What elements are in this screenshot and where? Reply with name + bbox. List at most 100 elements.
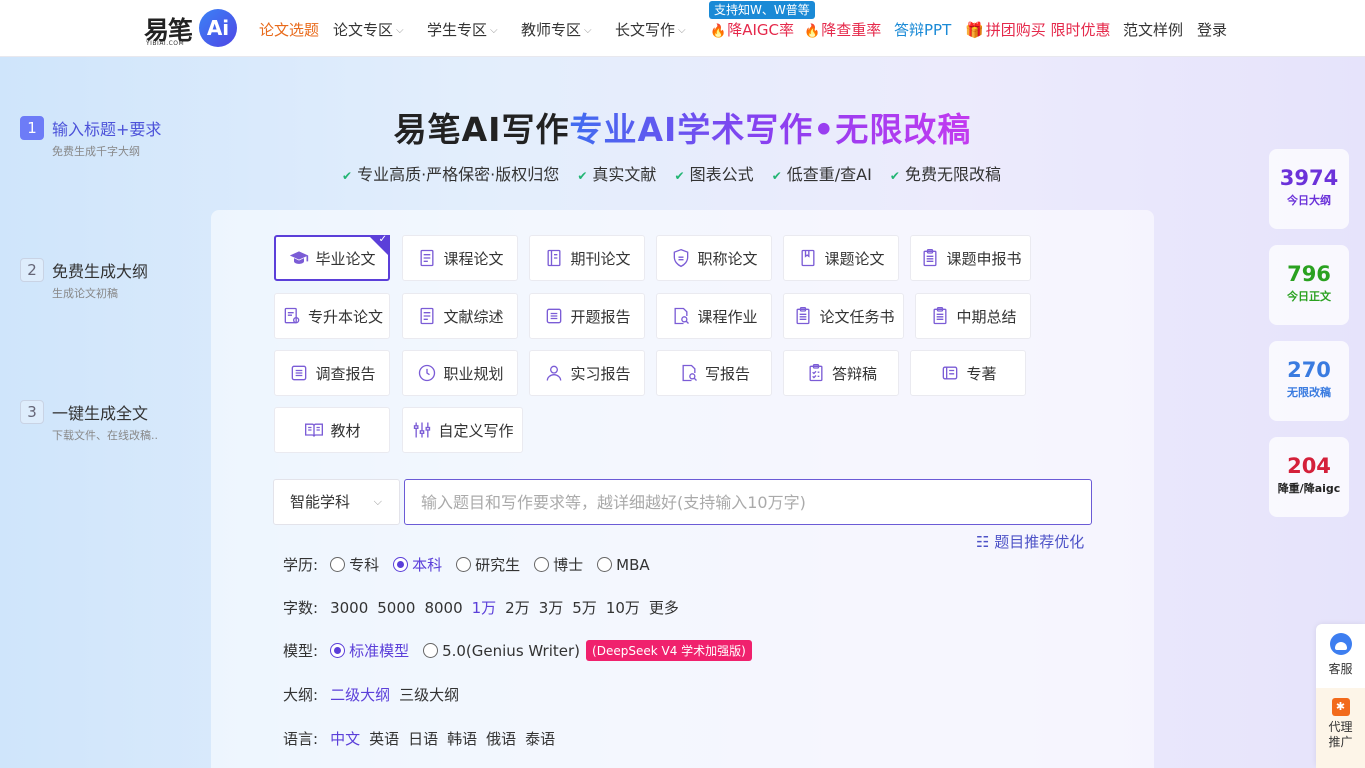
- clipboard-icon: [929, 305, 951, 327]
- type-zhuanshengben-lunwen[interactable]: 专升本论文: [274, 293, 390, 339]
- feature-item: ✔ 图表公式: [674, 165, 754, 184]
- wordcount-option[interactable]: 5000: [377, 599, 415, 617]
- type-qikan-lunwen[interactable]: 期刊论文: [529, 235, 645, 281]
- wordcount-option[interactable]: 3000: [330, 599, 368, 617]
- type-xie-baogao[interactable]: 写报告: [656, 350, 772, 396]
- step-number: 3: [20, 400, 44, 424]
- type-zidingyi-xiezuo[interactable]: 自定义写作: [402, 407, 523, 453]
- education-option-mba[interactable]: MBA: [597, 556, 650, 574]
- clipboard-icon: [919, 247, 941, 269]
- journal-icon: [543, 247, 565, 269]
- nav-jiang-chachong[interactable]: 🔥降查重率: [804, 19, 881, 40]
- nav-fanwen-yangli[interactable]: 范文样例: [1123, 19, 1183, 40]
- nav-group-buy[interactable]: 🎁 拼团购买 限时优惠: [965, 19, 1110, 40]
- nav-dabian-ppt[interactable]: 答辩PPT: [894, 19, 951, 40]
- topic-recommend-link[interactable]: ☷ 题目推荐优化: [976, 531, 1084, 552]
- nav-login[interactable]: 登录: [1197, 19, 1227, 40]
- type-keti-shenbaoshu[interactable]: 课题申报书: [910, 235, 1031, 281]
- type-dabian-gao[interactable]: 答辩稿: [783, 350, 899, 396]
- type-kaiti-baogao[interactable]: 开题报告: [529, 293, 645, 339]
- deepseek-badge: (DeepSeek V4 学术加强版): [586, 640, 752, 661]
- stat-number: 270: [1287, 358, 1331, 382]
- nav-lunwen-zhuanqu[interactable]: 论文专区 ⌵: [333, 19, 404, 40]
- check-icon: ✔: [889, 169, 900, 183]
- language-option[interactable]: 泰语: [525, 728, 555, 749]
- type-jiaocai[interactable]: 教材: [274, 407, 390, 453]
- model-option-standard[interactable]: 标准模型: [330, 640, 409, 661]
- report-icon: [288, 362, 310, 384]
- subject-select[interactable]: 智能学科 ⌵: [273, 479, 400, 525]
- cert-icon: [281, 305, 303, 327]
- type-zhiye-guihua[interactable]: 职业规划: [402, 350, 518, 396]
- search-doc-icon: [670, 305, 692, 327]
- education-option-boshi[interactable]: 博士: [534, 554, 583, 575]
- language-option[interactable]: 俄语: [486, 728, 516, 749]
- customer-service-button[interactable]: 客服: [1316, 624, 1365, 688]
- document-icon: [416, 247, 438, 269]
- language-option[interactable]: 英语: [369, 728, 399, 749]
- type-zhuanzhu[interactable]: 专著: [910, 350, 1026, 396]
- type-diaocha-baogao[interactable]: 调查报告: [274, 350, 390, 396]
- document-icon: [416, 305, 438, 327]
- chevron-down-icon: ⌵: [490, 25, 498, 36]
- feature-item: ✔ 专业高质·严格保密·版权归您: [342, 165, 560, 184]
- model-row: 模型: 标准模型 5.0(Genius Writer) (DeepSeek V4…: [283, 640, 752, 661]
- outline-option[interactable]: 三级大纲: [399, 684, 459, 705]
- flame-icon: 🔥: [710, 24, 727, 39]
- type-shixi-baogao[interactable]: 实习报告: [529, 350, 645, 396]
- model-option-genius[interactable]: 5.0(Genius Writer): [423, 642, 580, 660]
- radio-circle: [393, 557, 409, 572]
- logo-subtext: YIBIAI.COM: [146, 40, 185, 47]
- language-option[interactable]: 韩语: [447, 728, 477, 749]
- type-keti-lunwen[interactable]: 课题论文: [783, 235, 899, 281]
- search-doc-icon: [678, 362, 700, 384]
- type-zhongqi-zongjie[interactable]: 中期总结: [915, 293, 1031, 339]
- radio-circle: [534, 557, 550, 572]
- support-badge: 支持知W、W普等: [709, 1, 815, 19]
- feature-item: ✔ 真实文献: [577, 165, 657, 184]
- wordcount-label: 字数:: [283, 599, 319, 617]
- chevron-down-icon: ⌵: [584, 25, 592, 36]
- education-option-yanjiusheng[interactable]: 研究生: [456, 554, 520, 575]
- type-biye-lunwen[interactable]: 毕业论文 ✓: [274, 234, 390, 281]
- agent-promotion-button[interactable]: ✱ 代理 推广: [1316, 688, 1365, 768]
- nav-jiaoshi-zhuanqu[interactable]: 教师专区 ⌵: [521, 19, 592, 40]
- education-option-benke[interactable]: 本科: [393, 554, 442, 575]
- wordcount-option[interactable]: 更多: [649, 597, 679, 618]
- stat-reduce-aigc: 204 降重/降aigc: [1269, 437, 1349, 517]
- topic-input[interactable]: [404, 479, 1092, 525]
- language-option-selected[interactable]: 中文: [330, 728, 360, 749]
- nav-jiang-aigc[interactable]: 🔥降AIGC率: [710, 19, 794, 40]
- wordcount-option[interactable]: 5万: [572, 597, 597, 618]
- stat-today-body: 796 今日正文: [1269, 245, 1349, 325]
- wordcount-option[interactable]: 8000: [424, 599, 462, 617]
- type-wenxian-zongshu[interactable]: 文献综述: [402, 293, 518, 339]
- nav-changwen-xiezuo[interactable]: 长文写作 ⌵: [615, 19, 686, 40]
- education-option-zhuanke[interactable]: 专科: [330, 554, 379, 575]
- wordcount-option[interactable]: 2万: [505, 597, 530, 618]
- language-label: 语言:: [283, 730, 319, 748]
- outline-option-selected[interactable]: 二级大纲: [330, 684, 390, 705]
- site-logo[interactable]: 易笔 YIBIAI.COM Ai: [144, 9, 239, 49]
- stat-number: 204: [1287, 454, 1331, 478]
- feature-item: ✔ 低查重/查AI: [771, 165, 872, 184]
- chevron-down-icon: ⌵: [373, 495, 382, 508]
- check-icon: ✔: [577, 169, 588, 183]
- check-icon: ✔: [342, 169, 353, 183]
- nav-lunwen-xuanti[interactable]: 论文选题: [259, 19, 319, 40]
- language-option[interactable]: 日语: [408, 728, 438, 749]
- step-number: 2: [20, 258, 44, 282]
- type-kecheng-zuoye[interactable]: 课程作业: [656, 293, 772, 339]
- radio-circle: [597, 557, 613, 572]
- radio-circle: [330, 557, 346, 572]
- list-icon: ☷: [976, 533, 990, 551]
- wordcount-option-selected[interactable]: 1万: [472, 597, 497, 618]
- wordcount-option[interactable]: 10万: [606, 597, 640, 618]
- type-kecheng-lunwen[interactable]: 课程论文: [402, 235, 518, 281]
- shield-icon: [670, 247, 692, 269]
- type-zhicheng-lunwen[interactable]: 职称论文: [656, 235, 772, 281]
- chevron-down-icon: ⌵: [396, 25, 404, 36]
- wordcount-option[interactable]: 3万: [539, 597, 564, 618]
- nav-xuesheng-zhuanqu[interactable]: 学生专区 ⌵: [427, 19, 498, 40]
- type-lunwen-renwushu[interactable]: 论文任务书: [783, 293, 904, 339]
